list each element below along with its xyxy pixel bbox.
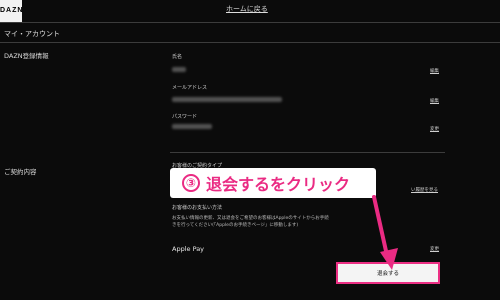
pointer-arrow-icon [372, 195, 398, 270]
